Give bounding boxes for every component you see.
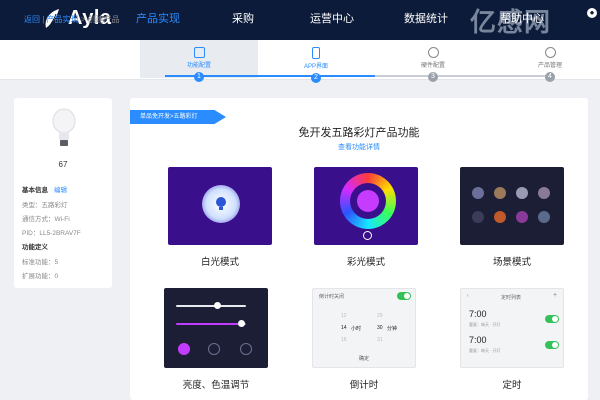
- color-knob: [363, 231, 372, 240]
- schedule-header: 定时列表: [501, 295, 522, 301]
- breadcrumb-back[interactable]: 返回: [24, 15, 40, 24]
- countdown-value: 16: [341, 337, 347, 343]
- feature-scene-mode[interactable]: 场景模式: [460, 167, 564, 268]
- scene-icon: [472, 187, 484, 199]
- device-pid: PID：LL5-2BRAV7F: [22, 230, 81, 237]
- scene-icon: [538, 187, 550, 199]
- step-number: 2: [311, 73, 321, 83]
- countdown-toggle: [397, 292, 411, 300]
- feature-schedule[interactable]: ‹ 定时列表 + 7:00 重复：每天 · 开灯 7:00 重复：每天 · 开灯…: [460, 288, 564, 391]
- feature-caption: 亮度、色温调节: [182, 380, 250, 391]
- schedule-toggle: [545, 315, 559, 323]
- page-title: 免开发五路彩灯产品功能: [298, 127, 420, 139]
- scene-icon: [472, 211, 484, 223]
- feature-caption: 场景模式: [492, 257, 531, 268]
- back-chevron-icon: ‹: [467, 293, 469, 299]
- view-details-link[interactable]: 查看功能详情: [130, 142, 588, 152]
- countdown-preview: 倒计时关闭 12 29 14 小时 30 分钟 16 31 确定: [312, 288, 416, 368]
- countdown-unit: 分钟: [387, 326, 398, 332]
- nav-item-product[interactable]: 产品实现: [136, 10, 180, 26]
- user-icon[interactable]: ●: [587, 8, 597, 18]
- nav-item-operations[interactable]: 运营中心: [310, 10, 354, 26]
- schedule-toggle: [545, 341, 559, 349]
- bulb-glyph-icon: [216, 197, 226, 210]
- feature-color-light[interactable]: 彩光模式: [314, 167, 418, 268]
- gear-icon: [427, 47, 439, 58]
- manage-icon: [544, 47, 556, 58]
- step-hardware-config[interactable]: 硬件配置 3: [398, 47, 468, 82]
- feature-caption: 白光模式: [200, 257, 239, 268]
- extended-function-count: 扩展功能：0: [22, 273, 59, 280]
- light-bulb-icon: [52, 108, 76, 146]
- feature-caption: 定时: [502, 380, 522, 391]
- step-label: APP界面: [303, 64, 328, 70]
- color-temp-thumb: [238, 320, 245, 327]
- feature-countdown[interactable]: 倒计时关闭 12 29 14 小时 30 分钟 16 31 确定 倒计时: [312, 288, 416, 391]
- brightness-slider: [176, 305, 246, 307]
- brightness-thumb: [214, 302, 221, 309]
- basic-info-heading: 基本信息 编辑: [22, 187, 67, 194]
- scene-icon: [516, 211, 528, 223]
- scene-icon: [538, 211, 550, 223]
- countdown-unit: 小时: [351, 326, 362, 332]
- step-label: 产品管理: [537, 63, 562, 69]
- countdown-value: 12: [341, 313, 347, 319]
- schedule-preview: ‹ 定时列表 + 7:00 重复：每天 · 开灯 7:00 重复：每天 · 开灯: [460, 288, 564, 368]
- schedule-time: 7:00: [469, 335, 487, 345]
- scene-icon: [516, 187, 528, 199]
- nav-item-help[interactable]: 帮助中心: [500, 10, 544, 26]
- nav-item-purchase[interactable]: 采购: [232, 10, 254, 26]
- feature-caption: 倒计时: [349, 380, 379, 391]
- step-number: 3: [428, 72, 438, 82]
- standard-function-count: 标准功能：5: [22, 259, 59, 266]
- nav-item-statistics[interactable]: 数据统计: [404, 10, 448, 26]
- breadcrumb-section[interactable]: 产品实现: [47, 15, 79, 24]
- device-id: 67: [58, 160, 68, 169]
- brightness-preview: [164, 288, 268, 368]
- device-type: 类型：五路彩灯: [22, 202, 68, 209]
- color-temp-slider: [176, 323, 246, 325]
- device-info-card: 67 基本信息 编辑 类型：五路彩灯 通信方式：Wi-Fi PID：LL5-2BR…: [14, 98, 112, 288]
- countdown-value: 29: [377, 313, 383, 319]
- feature-brightness[interactable]: 亮度、色温调节: [164, 288, 268, 391]
- scene-mode-preview: [460, 167, 564, 245]
- schedule-note: 重复：每天 · 开灯: [469, 322, 501, 327]
- phone-icon: [312, 47, 320, 59]
- countdown-value: 30: [377, 325, 383, 331]
- config-icon: [193, 47, 205, 58]
- mode-button-icon: [240, 343, 252, 355]
- step-number: 1: [194, 72, 204, 82]
- countdown-value: 14: [341, 325, 347, 331]
- edit-link[interactable]: 编辑: [54, 187, 67, 194]
- color-bulb-icon: [357, 190, 379, 212]
- color-light-preview: [314, 167, 418, 245]
- mode-button-icon: [208, 343, 220, 355]
- white-light-preview: [168, 167, 272, 245]
- step-product-manage[interactable]: 产品管理 4: [515, 47, 585, 82]
- step-label: 功能配置: [186, 63, 211, 69]
- step-app-ui[interactable]: APP界面 2: [281, 47, 351, 83]
- add-icon: +: [553, 292, 558, 299]
- scene-icon: [494, 187, 506, 199]
- function-definition-heading: 功能定义: [22, 244, 48, 251]
- feature-caption: 彩光模式: [346, 257, 385, 268]
- step-label: 硬件配置: [420, 63, 445, 69]
- schedule-time: 7:00: [469, 309, 487, 319]
- scene-icon: [494, 211, 506, 223]
- category-ribbon: 单品免开发>五路彩灯: [130, 110, 226, 124]
- breadcrumb: 返回 | 产品实现 > 创建产品: [24, 15, 120, 24]
- countdown-confirm: 确定: [359, 356, 370, 362]
- feature-white-light[interactable]: 白光模式: [168, 167, 272, 268]
- step-number: 4: [545, 72, 555, 82]
- countdown-value: 31: [377, 337, 383, 343]
- step-function-config[interactable]: 功能配置 1: [164, 47, 234, 82]
- schedule-note: 重复：每天 · 开灯: [469, 348, 501, 353]
- mode-button-icon: [178, 343, 190, 355]
- breadcrumb-current: 创建产品: [87, 15, 120, 24]
- countdown-header: 倒计时关闭: [319, 294, 345, 300]
- device-comm: 通信方式：Wi-Fi: [22, 216, 70, 223]
